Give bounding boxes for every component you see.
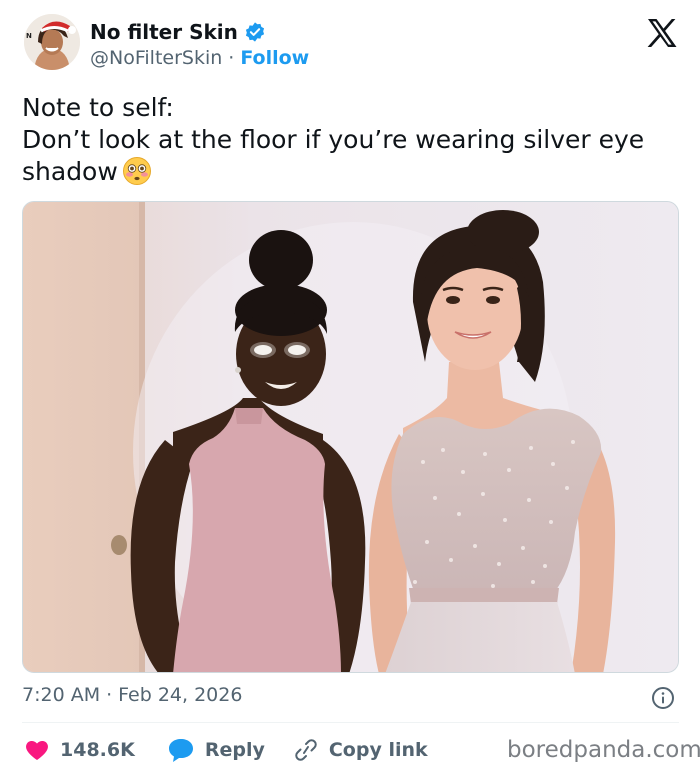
tweet-line-1: Note to self: xyxy=(22,93,174,122)
flushed-face-emoji-icon xyxy=(122,156,152,194)
tweet-time: 7:20 AM xyxy=(22,684,101,706)
author-handle[interactable]: @NoFilterSkin xyxy=(90,47,222,69)
handle-separator: · xyxy=(228,47,235,69)
tweet-card: N No filter Skin @NoFilterSkin · Follow … xyxy=(0,0,700,776)
like-count: 148.6K xyxy=(60,739,135,761)
reply-label: Reply xyxy=(204,739,265,761)
reply-button[interactable]: Reply xyxy=(167,737,265,763)
x-logo-icon[interactable] xyxy=(646,18,678,48)
tweet-text: Note to self: Don’t look at the floor if… xyxy=(22,92,682,194)
info-icon[interactable] xyxy=(651,686,675,710)
heart-icon xyxy=(24,738,50,762)
tweet-timestamp[interactable]: 7:20 AM · Feb 24, 2026 xyxy=(22,684,242,706)
author-name-row: No filter Skin xyxy=(90,20,266,44)
verified-badge-icon xyxy=(244,21,266,43)
tweet-actions: 148.6K Reply Copy link xyxy=(24,735,428,765)
author-avatar[interactable]: N xyxy=(24,14,80,70)
tweet-date: Feb 24, 2026 xyxy=(118,684,243,706)
tweet-line-3: shadow xyxy=(22,157,118,186)
author-display-name[interactable]: No filter Skin xyxy=(90,20,238,44)
author-handle-row: @NoFilterSkin · Follow xyxy=(90,47,309,69)
watermark: boredpanda.com xyxy=(507,737,700,763)
link-icon xyxy=(293,738,319,762)
follow-button[interactable]: Follow xyxy=(240,47,309,69)
speech-bubble-icon xyxy=(167,737,195,763)
divider xyxy=(22,722,679,723)
tweet-photo[interactable] xyxy=(22,201,679,673)
svg-text:N: N xyxy=(26,32,32,40)
copy-link-button[interactable]: Copy link xyxy=(293,738,428,762)
like-button[interactable]: 148.6K xyxy=(24,738,135,762)
timestamp-separator: · xyxy=(106,684,113,706)
tweet-line-3-row: shadow xyxy=(22,156,682,194)
tweet-line-2: Don’t look at the floor if you’re wearin… xyxy=(22,125,645,154)
copy-link-label: Copy link xyxy=(328,739,428,761)
